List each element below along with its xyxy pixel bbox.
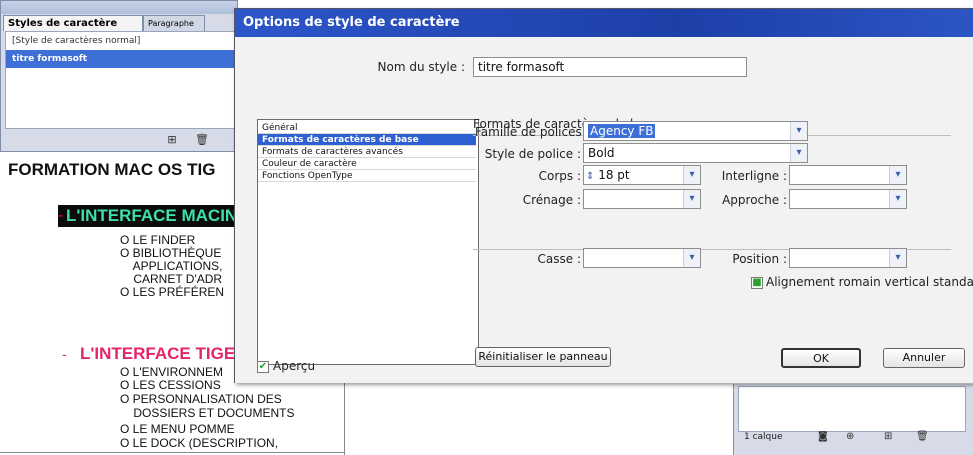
- list-item: O LES PRÉFÉREN: [120, 285, 225, 299]
- chevron-down-icon[interactable]: ▾: [790, 122, 807, 140]
- leading-field[interactable]: ▾: [789, 165, 907, 185]
- list-item: O LE DOCK (DESCRIPTION,: [120, 436, 279, 450]
- stepper-arrows-icon[interactable]: ⇕: [586, 171, 594, 182]
- layers-count: 1 calque: [744, 432, 783, 442]
- chevron-down-icon[interactable]: ▾: [683, 190, 700, 208]
- heading1-text: L'INTERFACE MACIN: [66, 206, 238, 225]
- new-layer-icon[interactable]: ⊕: [846, 431, 854, 442]
- layer-options-icon[interactable]: ◙: [818, 431, 828, 442]
- style-name-label: Nom du style :: [377, 60, 466, 74]
- panel-titlebar[interactable]: [1, 1, 237, 14]
- category-item-advanced-formats[interactable]: Formats de caractères avancés: [258, 146, 476, 158]
- font-style-select[interactable]: Bold ▾: [583, 143, 808, 163]
- tracking-field[interactable]: ▾: [789, 189, 907, 209]
- preview-checkbox[interactable]: ✔: [257, 361, 269, 373]
- kerning-label: Crénage :: [522, 193, 581, 207]
- font-family-label: Famille de polices :: [475, 125, 590, 139]
- chevron-down-icon[interactable]: ▾: [683, 166, 700, 184]
- page-edge: [0, 452, 345, 453]
- style-item-titre-formasoft[interactable]: titre formasoft: [6, 50, 234, 68]
- font-style-value: Bold: [588, 146, 615, 160]
- category-list: Général Formats de caractères de base Fo…: [257, 119, 479, 365]
- chevron-down-icon[interactable]: ▾: [683, 249, 700, 267]
- character-styles-panel: Styles de caractère Paragraphe [Style de…: [0, 0, 238, 152]
- styles-list: [Style de caractères normal] titre forma…: [5, 31, 235, 129]
- font-family-select[interactable]: Agency FB ▾: [583, 121, 808, 141]
- leading-label: Interligne :: [721, 169, 787, 183]
- style-name-field[interactable]: titre formasoft: [473, 57, 747, 77]
- tab-character-styles[interactable]: Styles de caractère: [3, 15, 143, 31]
- chevron-down-icon[interactable]: ▾: [790, 144, 807, 162]
- vertical-roman-checkbox[interactable]: ■: [751, 277, 763, 289]
- category-item-general[interactable]: Général: [258, 122, 476, 134]
- category-item-opentype[interactable]: Fonctions OpenType: [258, 170, 476, 182]
- trash-icon[interactable]: 🗑: [916, 431, 929, 442]
- document-title: FORMATION MAC OS TIG: [8, 160, 216, 179]
- dialog-title: Options de style de caractère: [243, 15, 460, 30]
- font-style-label: Style de police :: [484, 147, 581, 161]
- position-select[interactable]: ▾: [789, 248, 907, 268]
- list-item: DOSSIERS ET DOCUMENTS: [120, 406, 295, 420]
- new-layer-icon[interactable]: ⊞: [884, 431, 892, 442]
- tab-paragraph[interactable]: Paragraphe: [143, 15, 205, 31]
- preview-label: Aperçu: [273, 359, 316, 373]
- reset-panel-button[interactable]: Réinitialiser le panneau: [475, 347, 611, 367]
- font-family-value: Agency FB: [588, 124, 656, 138]
- layers-list: [738, 386, 966, 432]
- list-item: O LES CESSIONS: [120, 378, 221, 392]
- trash-icon[interactable]: 🗑: [195, 133, 209, 147]
- heading1-bullet: -: [58, 207, 64, 224]
- tracking-label: Approche :: [722, 193, 787, 207]
- list-item: O LE MENU POMME: [120, 422, 235, 436]
- list-item: O PERSONNALISATION DES: [120, 392, 282, 406]
- size-value: 18 pt: [598, 168, 630, 182]
- kerning-field[interactable]: ▾: [583, 189, 701, 209]
- chevron-down-icon[interactable]: ▾: [889, 249, 906, 267]
- style-item-normal[interactable]: [Style de caractères normal]: [6, 32, 234, 50]
- toolbar-strip: [735, 0, 973, 8]
- size-label: Corps :: [538, 169, 581, 183]
- dialog-body: Nom du style : titre formasoft Général F…: [235, 37, 973, 383]
- case-label: Casse :: [537, 252, 581, 266]
- cancel-button[interactable]: Annuler: [883, 348, 965, 368]
- heading2-text: L'INTERFACE TIGER: [80, 344, 248, 363]
- case-select[interactable]: ▾: [583, 248, 701, 268]
- chevron-down-icon[interactable]: ▾: [889, 190, 906, 208]
- layers-panel: 1 calque ◙ ⊕ ⊞ 🗑: [733, 384, 973, 455]
- vertical-roman-label: Alignement romain vertical standard: [766, 275, 973, 289]
- character-style-options-dialog: Options de style de caractère Nom du sty…: [234, 8, 973, 383]
- ok-button[interactable]: OK: [781, 348, 861, 368]
- position-label: Position :: [732, 252, 787, 266]
- size-field[interactable]: ⇕ 18 pt ▾: [583, 165, 701, 185]
- dialog-titlebar[interactable]: Options de style de caractère: [235, 9, 973, 37]
- new-style-icon[interactable]: ⊞: [165, 133, 179, 147]
- category-item-color[interactable]: Couleur de caractère: [258, 158, 476, 170]
- category-item-basic-formats[interactable]: Formats de caractères de base: [258, 134, 476, 146]
- chevron-down-icon[interactable]: ▾: [889, 166, 906, 184]
- heading2-bullet: -: [62, 346, 67, 362]
